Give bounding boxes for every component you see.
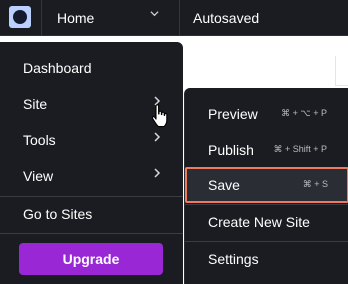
submenu-item-label: Settings: [208, 251, 259, 267]
keyboard-shortcut: ⌘ + ⌥ + P: [281, 108, 327, 118]
menu-item-go-to-sites[interactable]: Go to Sites: [0, 196, 183, 232]
submenu-item-settings[interactable]: Settings: [185, 241, 348, 277]
keyboard-shortcut: ⌘ + Shift + P: [273, 144, 327, 154]
menu-item-label: View: [23, 168, 54, 184]
top-bar: Home Autosaved: [0, 0, 348, 36]
submenu-item-label: Create New Site: [208, 214, 310, 230]
site-logo-icon: [9, 6, 31, 28]
site-submenu: Preview ⌘ + ⌥ + P Publish ⌘ + Shift + P …: [184, 88, 348, 284]
menu-item-label: Tools: [23, 132, 56, 148]
menu-item-view[interactable]: View: [0, 158, 183, 194]
canvas-element-edge: [335, 56, 348, 86]
submenu-item-preview[interactable]: Preview ⌘ + ⌥ + P: [185, 96, 348, 132]
menu-item-label: Go to Sites: [23, 206, 93, 222]
chevron-right-icon: [153, 166, 161, 184]
submenu-item-publish[interactable]: Publish ⌘ + Shift + P: [185, 132, 348, 168]
hand-pointer-cursor-icon: [151, 104, 169, 128]
main-menu: Dashboard Site Tools View Go to Sites Up…: [0, 42, 183, 284]
submenu-item-label: Save: [208, 177, 240, 193]
page-selector-label: Home: [57, 10, 95, 26]
submenu-item-create-new-site[interactable]: Create New Site: [185, 204, 348, 240]
menu-item-label: Dashboard: [23, 60, 92, 76]
site-logo-button[interactable]: [0, 0, 42, 36]
submenu-item-save[interactable]: Save ⌘ + S: [185, 167, 348, 203]
autosave-status: Autosaved: [193, 10, 260, 26]
page-selector[interactable]: Home: [42, 0, 180, 36]
upgrade-button[interactable]: Upgrade: [19, 243, 163, 275]
submenu-item-label: Publish: [208, 142, 254, 158]
chevron-right-icon: [153, 130, 161, 148]
menu-item-label: Site: [23, 96, 48, 112]
chevron-down-icon: [150, 9, 159, 21]
menu-item-dashboard[interactable]: Dashboard: [0, 50, 183, 86]
menu-divider: [0, 233, 183, 234]
keyboard-shortcut: ⌘ + S: [302, 179, 328, 189]
submenu-item-label: Preview: [208, 106, 258, 122]
